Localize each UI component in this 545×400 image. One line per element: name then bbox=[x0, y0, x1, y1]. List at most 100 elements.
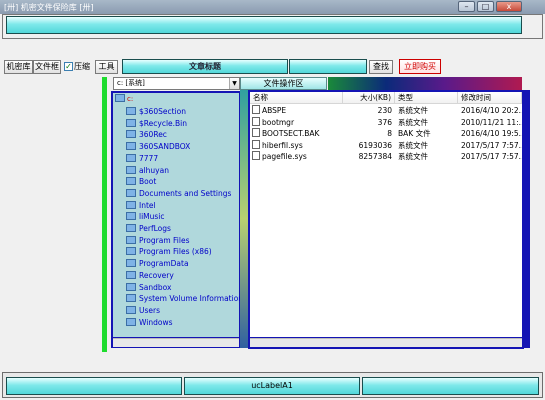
file-type-text: 系统文件 bbox=[398, 106, 428, 115]
file-size-text: 8 bbox=[387, 129, 392, 138]
folder-icon bbox=[126, 212, 136, 221]
folder-item[interactable]: Windows bbox=[126, 317, 172, 328]
window-title: [卅] 机密文件保险库 [卅] bbox=[4, 3, 94, 12]
folder-item[interactable]: Users bbox=[126, 305, 160, 316]
folder-item-label: Documents and Settings bbox=[139, 188, 232, 198]
right-edge-strip bbox=[524, 90, 530, 348]
file-modified-text: 2016/4/10 19:5... bbox=[461, 129, 522, 138]
file-size-text: 230 bbox=[377, 106, 392, 115]
file-list-horizontal-scrollbar[interactable] bbox=[250, 338, 522, 347]
folder-icon bbox=[126, 294, 136, 303]
file-cell-size: 8 bbox=[343, 128, 392, 139]
file-icon bbox=[252, 116, 260, 126]
tree-horizontal-scrollbar[interactable] bbox=[113, 338, 239, 347]
column-header-size[interactable]: 大小(KB) bbox=[343, 92, 395, 104]
folder-item[interactable]: 7777 bbox=[126, 153, 158, 164]
file-cell-name[interactable]: hiberfil.sys bbox=[252, 139, 343, 151]
folder-item-label: ProgramData bbox=[139, 259, 189, 269]
folder-item[interactable]: Program Files bbox=[126, 235, 190, 246]
folder-item[interactable]: Boot bbox=[126, 176, 156, 187]
file-name-text: ABSPE bbox=[262, 106, 287, 115]
file-cell-name[interactable]: BOOTSECT.BAK bbox=[252, 128, 343, 139]
file-modified-text: 2010/11/21 11:... bbox=[461, 117, 522, 127]
folder-item[interactable]: Program Files (x86) bbox=[126, 246, 212, 257]
drive-select[interactable]: c: [系统] bbox=[113, 77, 240, 90]
folder-item[interactable]: $Recycle.Bin bbox=[126, 118, 187, 129]
folder-icon bbox=[126, 282, 136, 291]
file-cell-size: 6193036 bbox=[343, 140, 392, 151]
tree-root-label: c: bbox=[127, 95, 134, 103]
folder-item[interactable]: Sandbox bbox=[126, 282, 171, 293]
folder-item[interactable]: ProgramData bbox=[126, 258, 189, 269]
column-header-name[interactable]: 名称 bbox=[250, 92, 343, 104]
file-type-text: 系统文件 bbox=[398, 117, 428, 127]
file-cell-modified: 2010/11/21 11:... bbox=[461, 117, 522, 128]
column-header-type[interactable]: 类型 bbox=[395, 92, 458, 104]
status-segment-left bbox=[6, 377, 182, 395]
file-icon bbox=[252, 139, 260, 149]
column-header-modified[interactable]: 修改时间 bbox=[458, 92, 522, 104]
folder-item-label: liMusic bbox=[139, 212, 165, 222]
file-name-text: bootmgr bbox=[262, 117, 295, 127]
folder-item-label: System Volume Information bbox=[139, 294, 244, 304]
tab-folder[interactable]: 文件框 bbox=[33, 60, 61, 74]
file-cell-name[interactable]: bootmgr bbox=[252, 116, 343, 128]
folder-item[interactable]: liMusic bbox=[126, 211, 165, 222]
tree-root[interactable]: c: bbox=[115, 94, 133, 104]
left-accent-strip bbox=[102, 77, 107, 352]
folder-icon bbox=[126, 270, 136, 279]
folder-item-label: Windows bbox=[139, 317, 173, 327]
folder-item[interactable]: PerfLogs bbox=[126, 223, 171, 234]
compress-checkbox[interactable]: ✓ bbox=[64, 62, 73, 71]
folder-item[interactable]: Documents and Settings bbox=[126, 188, 231, 199]
folder-icon bbox=[126, 118, 136, 127]
folder-item-label: Intel bbox=[139, 200, 156, 210]
file-cell-name[interactable]: pagefile.sys bbox=[252, 151, 343, 162]
folder-icon bbox=[126, 153, 136, 162]
tools-button[interactable]: 工具 bbox=[95, 60, 118, 74]
folder-item[interactable]: Recovery bbox=[126, 270, 174, 281]
folder-item[interactable]: alhuyan bbox=[126, 165, 169, 176]
article-title-field[interactable]: 文章标题 bbox=[122, 59, 288, 74]
file-type-text: 系统文件 bbox=[398, 140, 428, 150]
chevron-down-icon[interactable]: ▼ bbox=[229, 78, 239, 89]
folder-item[interactable]: 360SANDBOX bbox=[126, 141, 190, 152]
file-cell-size: 230 bbox=[343, 105, 392, 116]
folder-icon bbox=[126, 200, 136, 209]
folder-item-label: $Recycle.Bin bbox=[139, 118, 188, 128]
search-input[interactable] bbox=[289, 59, 367, 74]
folder-icon bbox=[126, 142, 136, 151]
folder-item-label: Boot bbox=[139, 177, 157, 187]
folder-item-label: Users bbox=[139, 305, 161, 315]
folder-item-label: PerfLogs bbox=[139, 224, 171, 233]
file-cell-modified: 2017/5/17 7:57... bbox=[461, 140, 522, 151]
close-button[interactable]: x bbox=[496, 1, 522, 12]
tab-file-operations[interactable]: 文件操作区 bbox=[240, 77, 327, 90]
folder-item-label: 360Rec bbox=[139, 130, 167, 140]
folder-icon bbox=[126, 247, 136, 256]
folder-item-label: alhuyan bbox=[139, 165, 169, 175]
minimize-button[interactable]: – bbox=[458, 1, 475, 12]
folder-item[interactable]: $360Section bbox=[126, 106, 186, 117]
file-type-text: BAK 文件 bbox=[398, 129, 431, 138]
status-segment-right bbox=[362, 377, 539, 395]
folder-item[interactable]: System Volume Information bbox=[126, 293, 243, 304]
file-cell-name[interactable]: ABSPE bbox=[252, 105, 343, 116]
folder-item[interactable]: Intel bbox=[126, 200, 156, 211]
tab-vault[interactable]: 机密库 bbox=[4, 60, 33, 74]
folder-icon bbox=[126, 177, 136, 186]
file-cell-type: 系统文件 bbox=[398, 140, 458, 151]
maximize-button[interactable]: □ bbox=[477, 1, 494, 12]
folder-icon bbox=[126, 259, 136, 268]
folder-item-label: 7777 bbox=[139, 153, 159, 163]
file-modified-text: 2017/5/17 7:57... bbox=[461, 152, 522, 161]
folder-icon bbox=[126, 188, 136, 197]
folder-icon bbox=[126, 107, 136, 115]
file-size-text: 6193036 bbox=[358, 140, 392, 150]
buy-now-button[interactable]: 立即购买 bbox=[399, 59, 441, 74]
search-button[interactable]: 查找 bbox=[369, 60, 393, 74]
file-cell-type: 系统文件 bbox=[398, 105, 458, 116]
folder-icon bbox=[126, 305, 136, 314]
file-cell-size: 8257384 bbox=[343, 151, 392, 162]
folder-item[interactable]: 360Rec bbox=[126, 129, 167, 140]
